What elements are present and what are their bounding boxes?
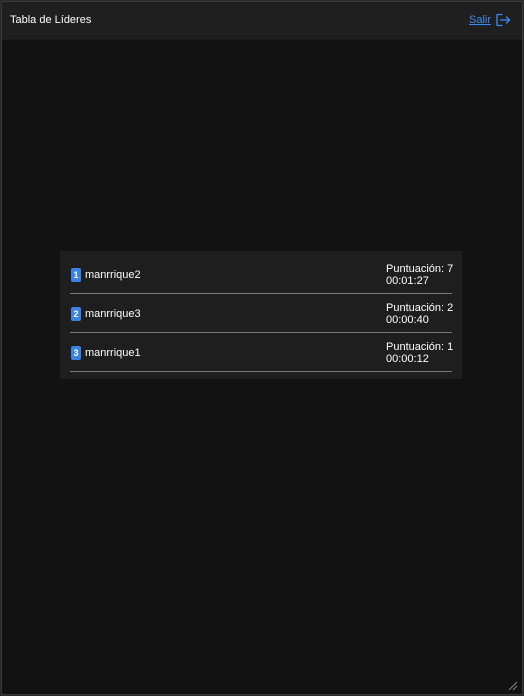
rank-badge: 3 xyxy=(71,346,81,360)
leaderboard-list: 1 manrrique2 Puntuación: 7 00:01:27 2 ma… xyxy=(60,251,462,379)
leaderboard-window: Tabla de Líderes Salir 1 manrrique2 Punt… xyxy=(1,1,523,695)
leaderboard-row: 3 manrrique1 Puntuación: 1 00:00:12 xyxy=(70,333,453,372)
player-stats: Puntuación: 2 00:00:40 xyxy=(386,302,453,326)
player-name: manrrique3 xyxy=(85,308,141,320)
leaderboard-row: 2 manrrique3 Puntuación: 2 00:00:40 xyxy=(70,294,453,333)
player-name: manrrique1 xyxy=(85,347,141,359)
exit-icon xyxy=(495,13,511,27)
player-stats: Puntuación: 7 00:01:27 xyxy=(386,263,453,287)
rank-badge: 1 xyxy=(71,268,81,282)
player-time: 00:00:40 xyxy=(386,314,429,326)
player-stats: Puntuación: 1 00:00:12 xyxy=(386,341,453,365)
resize-grip-icon[interactable] xyxy=(506,678,518,691)
leaderboard-row: 1 manrrique2 Puntuación: 7 00:01:27 xyxy=(70,255,453,294)
player-score: Puntuación: 7 xyxy=(386,263,454,275)
exit-label: Salir xyxy=(468,14,491,26)
player-name: manrrique2 xyxy=(85,269,141,281)
page-title: Tabla de Líderes xyxy=(10,14,92,26)
title-bar: Tabla de Líderes Salir xyxy=(2,2,522,40)
player-score: Puntuación: 2 xyxy=(386,302,454,314)
player-time: 00:00:12 xyxy=(386,353,429,365)
rank-badge: 2 xyxy=(71,307,81,321)
player-score: Puntuación: 1 xyxy=(386,341,454,353)
exit-button[interactable]: Salir xyxy=(469,13,511,27)
player-time: 00:01:27 xyxy=(386,275,429,287)
